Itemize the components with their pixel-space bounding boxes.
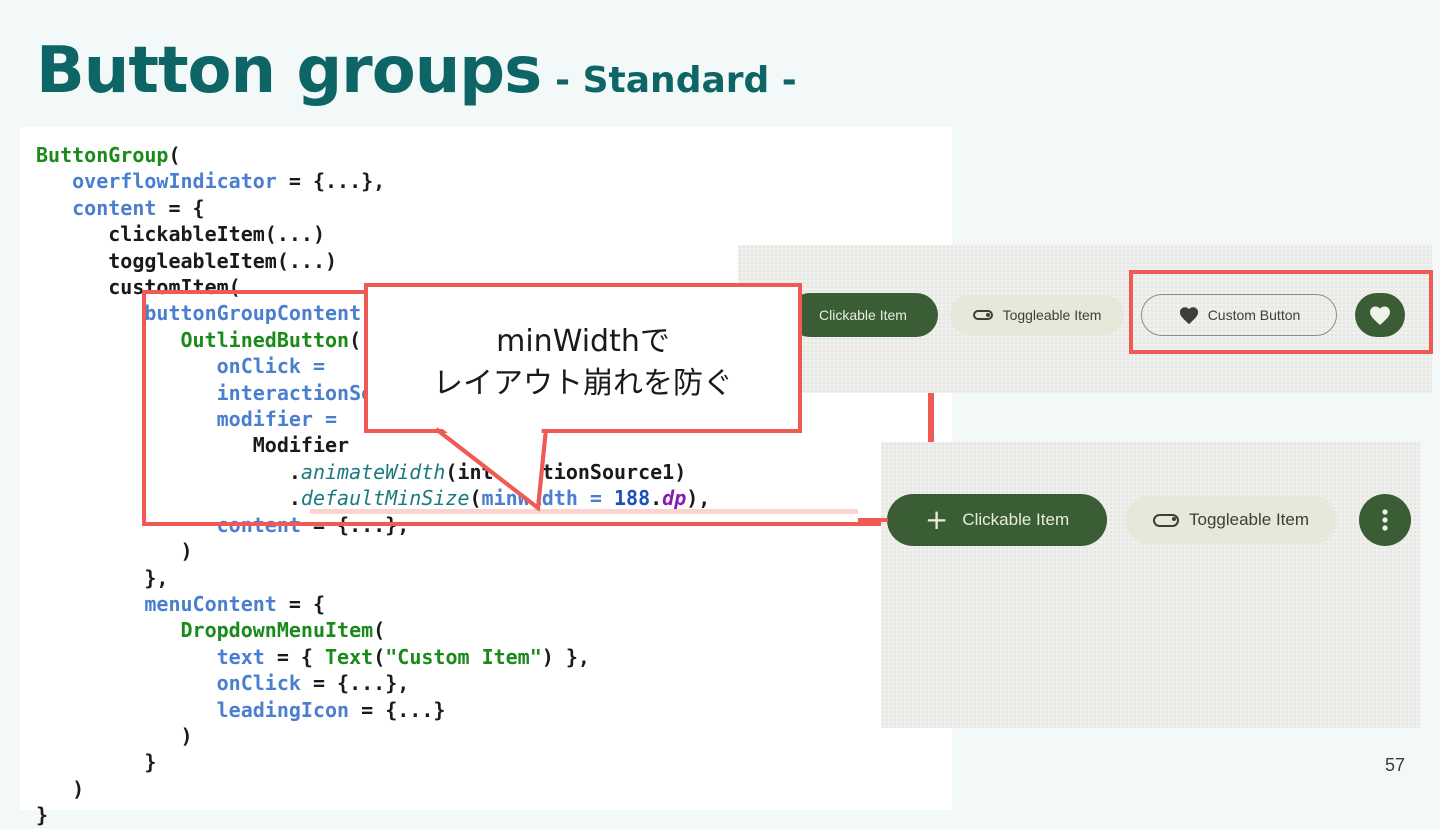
more-vert-icon [1382,509,1388,531]
callout-line-2: レイアウト崩れを防ぐ [433,366,733,401]
overflow-menu-button[interactable] [1359,494,1411,546]
page-number: 57 [1385,755,1406,775]
toggle-icon [972,310,993,320]
bottom-toggleable-label: Toggleable Item [1188,510,1310,529]
top-toggleable-item-button[interactable]: Toggleable Item [950,295,1124,335]
screenshot-bottom: + Clickable Item Toggleable Item [881,442,1420,728]
top-clickable-label: Clickable Item [819,307,907,323]
title-subtitle: - Standard - [555,60,797,101]
minwidth-underline [310,509,858,514]
bottom-clickable-item-button[interactable]: + Clickable Item [887,494,1107,546]
connector-line-to-screenshot [858,518,888,522]
top-clickable-item-button[interactable]: Clickable Item [788,293,938,337]
top-toggleable-label: Toggleable Item [1002,307,1102,323]
custom-button-highlight-box [1129,270,1433,354]
callout-bubble: minWidthで レイアウト崩れを防ぐ [364,283,802,433]
connector-line-vertical [928,392,933,442]
bottom-clickable-label: Clickable Item [962,510,1070,529]
plus-icon: + [924,503,949,536]
title-main: Button groups [36,34,542,108]
toggle-icon [1152,513,1179,527]
bottom-toggleable-item-button[interactable]: Toggleable Item [1125,496,1337,544]
callout-line-1: minWidthで [496,324,670,359]
slide-title: Button groups - Standard - [36,34,797,108]
